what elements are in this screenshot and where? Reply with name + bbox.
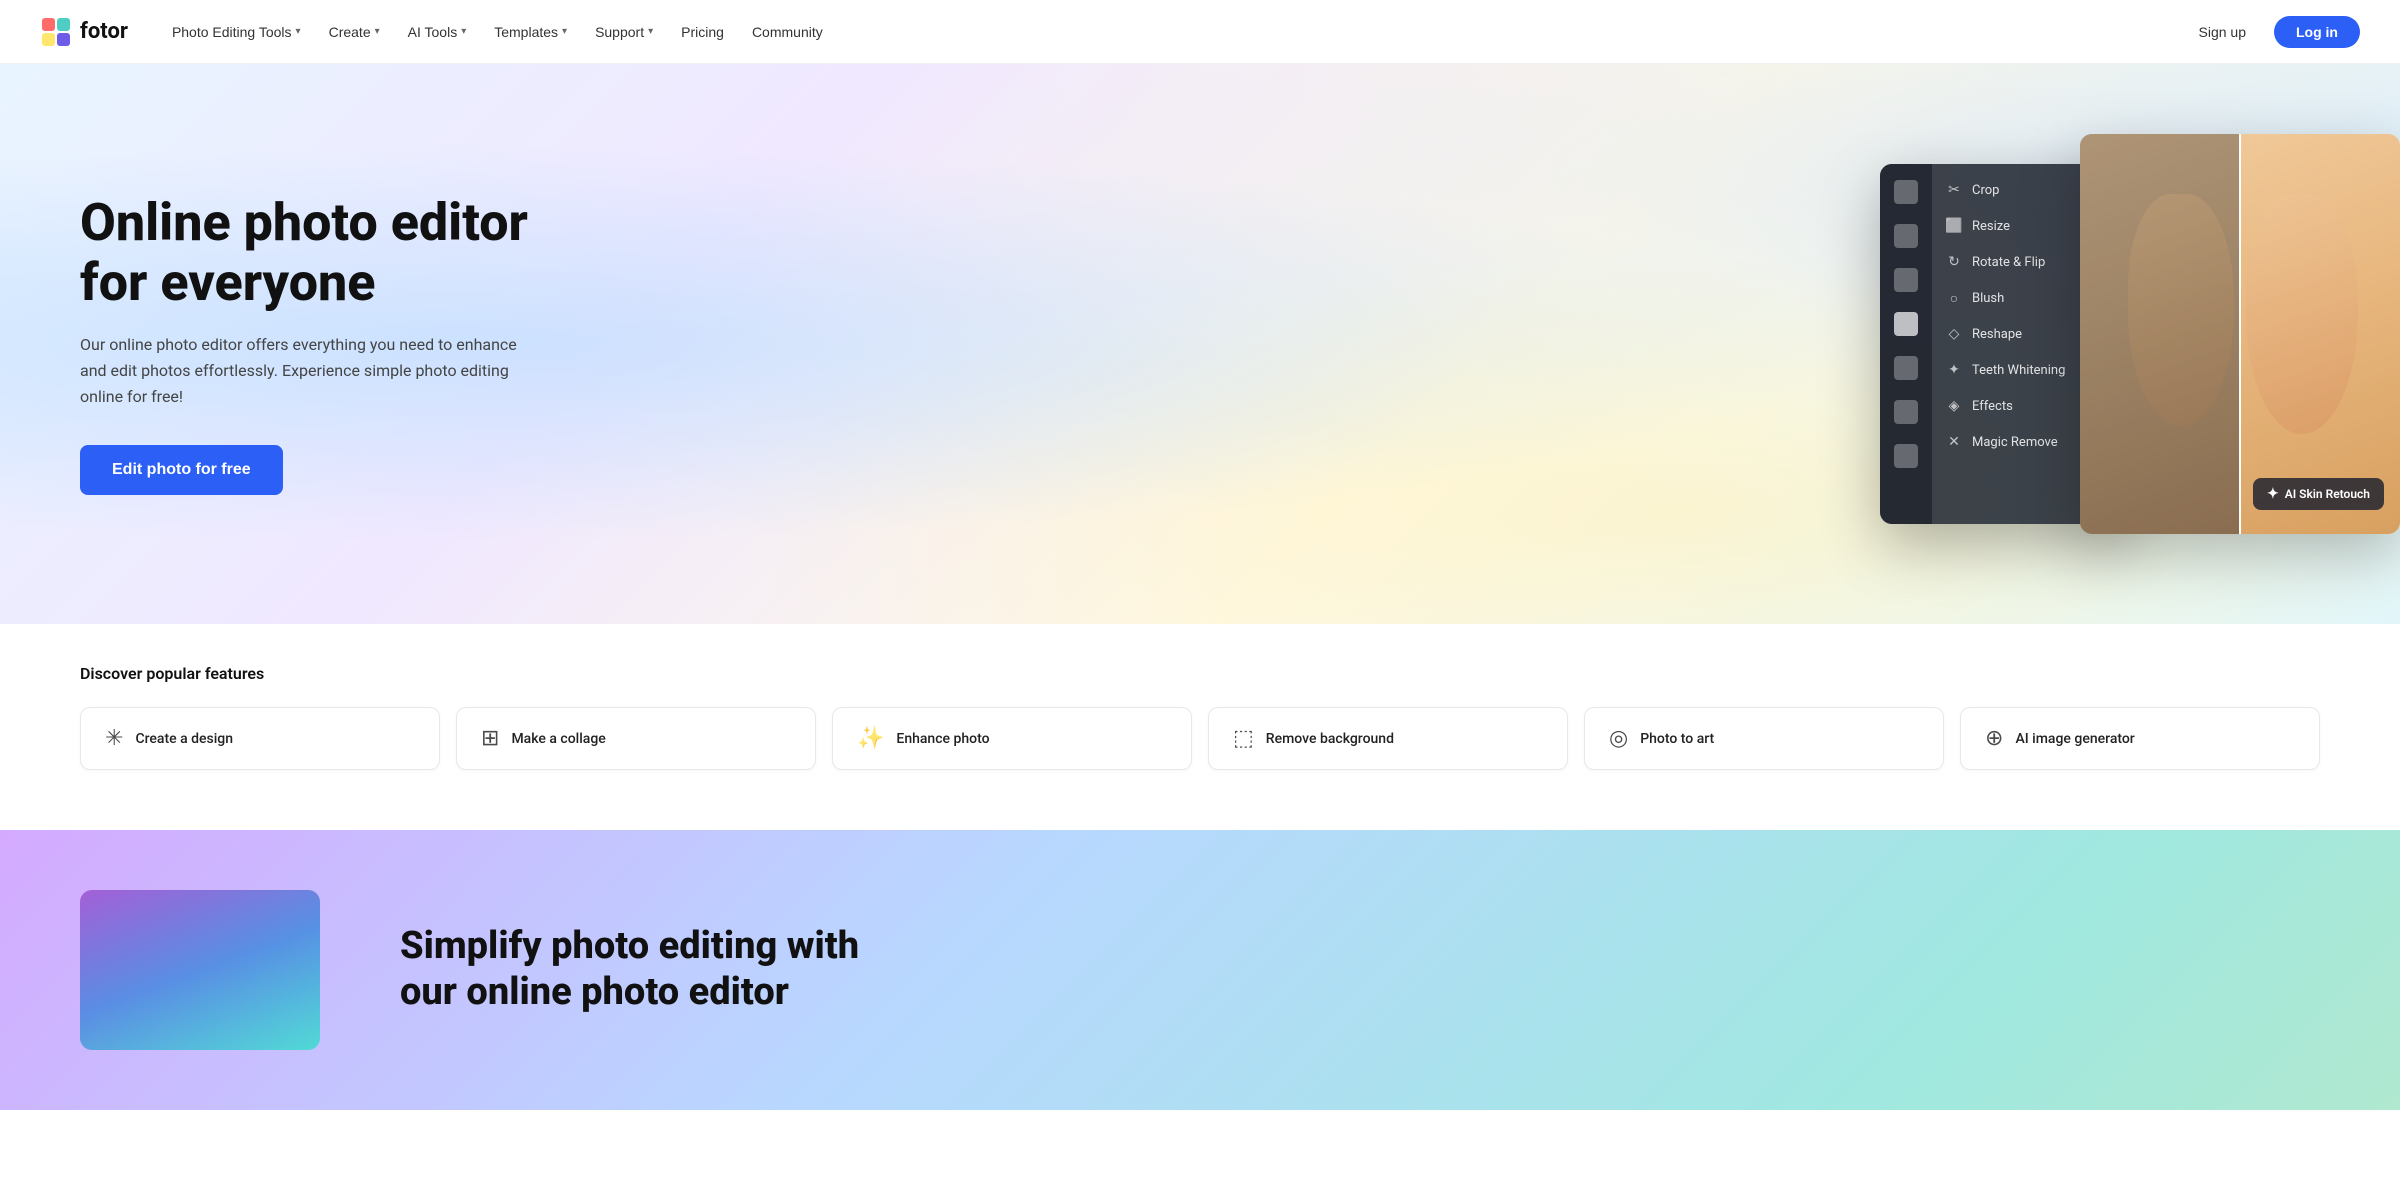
ai-image-generator-icon: ⊕ — [1985, 726, 2003, 751]
split-line — [2239, 134, 2241, 534]
chevron-down-icon: ▾ — [648, 26, 653, 37]
hero-content: Online photo editor for everyone Our onl… — [0, 133, 620, 555]
editor-mockup: ✂ Crop ⬜ Resize ↻ Rotate & Flip ○ Blush … — [1880, 134, 2400, 554]
sidebar-people-icon[interactable] — [1894, 400, 1918, 424]
magic-remove-icon: ✕ — [1946, 434, 1962, 450]
chevron-down-icon: ▾ — [296, 26, 301, 37]
resize-icon: ⬜ — [1946, 218, 1962, 234]
bottom-section: Simplify photo editing with our online p… — [0, 830, 2400, 1110]
nav-links: Photo Editing Tools ▾ Create ▾ AI Tools … — [160, 16, 2187, 48]
bottom-text: Simplify photo editing with our online p… — [400, 924, 900, 1015]
nav-support[interactable]: Support ▾ — [583, 16, 665, 48]
login-button[interactable]: Log in — [2274, 16, 2360, 48]
features-section: Discover popular features ✳ Create a des… — [0, 624, 2400, 830]
signup-button[interactable]: Sign up — [2187, 16, 2258, 48]
features-grid: ✳ Create a design ⊞ Make a collage ✨ Enh… — [80, 707, 2320, 770]
remove-background-icon: ⬚ — [1233, 726, 1254, 751]
rotate-icon: ↻ — [1946, 254, 1962, 270]
make-collage-icon: ⊞ — [481, 726, 499, 751]
crop-icon: ✂ — [1946, 182, 1962, 198]
feature-create-design[interactable]: ✳ Create a design — [80, 707, 440, 770]
ai-badge-icon: ✦ — [2267, 486, 2279, 502]
feature-photo-to-art-label: Photo to art — [1640, 731, 1714, 747]
teeth-icon: ✦ — [1946, 362, 1962, 378]
photo-to-art-icon: ◎ — [1609, 726, 1628, 751]
feature-ai-image-generator-label: AI image generator — [2015, 731, 2134, 747]
sidebar-grid-icon[interactable] — [1894, 180, 1918, 204]
sidebar-adjust-icon[interactable] — [1894, 224, 1918, 248]
features-title: Discover popular features — [80, 664, 2320, 683]
photo-split-view — [2080, 134, 2400, 534]
feature-remove-background[interactable]: ⬚ Remove background — [1208, 707, 1568, 770]
nav-pricing[interactable]: Pricing — [669, 16, 736, 48]
sidebar-eye-icon[interactable] — [1894, 312, 1918, 336]
nav-community[interactable]: Community — [740, 16, 835, 48]
sidebar-crop-icon[interactable] — [1894, 356, 1918, 380]
chevron-down-icon: ▾ — [461, 26, 466, 37]
sidebar-beauty-icon[interactable] — [1894, 268, 1918, 292]
chevron-down-icon: ▾ — [562, 26, 567, 37]
feature-create-design-label: Create a design — [135, 731, 233, 747]
enhance-photo-icon: ✨ — [857, 726, 884, 751]
editor-sidebar — [1880, 164, 1932, 524]
cta-button[interactable]: Edit photo for free — [80, 445, 283, 495]
hero-description: Our online photo editor offers everythin… — [80, 332, 540, 409]
navbar: fotor Photo Editing Tools ▾ Create ▾ AI … — [0, 0, 2400, 64]
bottom-preview-gradient — [80, 890, 320, 1050]
fotor-logo-icon — [40, 16, 72, 48]
nav-photo-editing-tools[interactable]: Photo Editing Tools ▾ — [160, 16, 313, 48]
feature-photo-to-art[interactable]: ◎ Photo to art — [1584, 707, 1944, 770]
sidebar-text-icon[interactable] — [1894, 444, 1918, 468]
blush-icon: ○ — [1946, 290, 1962, 306]
feature-remove-background-label: Remove background — [1266, 731, 1394, 747]
bottom-title: Simplify photo editing with our online p… — [400, 924, 900, 1015]
face-shape-left — [2128, 194, 2234, 426]
nav-ai-tools[interactable]: AI Tools ▾ — [396, 16, 479, 48]
hero-section: Online photo editor for everyone Our onl… — [0, 64, 2400, 624]
logo-text: fotor — [80, 19, 128, 44]
nav-right: Sign up Log in — [2187, 16, 2360, 48]
editor-photo: ✦ AI Skin Retouch — [2080, 134, 2400, 534]
ai-skin-retouch-badge: ✦ AI Skin Retouch — [2253, 478, 2384, 510]
create-design-icon: ✳ — [105, 726, 123, 751]
feature-make-collage[interactable]: ⊞ Make a collage — [456, 707, 816, 770]
chevron-down-icon: ▾ — [375, 26, 380, 37]
feature-enhance-photo-label: Enhance photo — [896, 731, 989, 747]
feature-make-collage-label: Make a collage — [511, 731, 605, 747]
reshape-icon: ◇ — [1946, 326, 1962, 342]
logo[interactable]: fotor — [40, 16, 128, 48]
hero-title: Online photo editor for everyone — [80, 193, 540, 313]
feature-enhance-photo[interactable]: ✨ Enhance photo — [832, 707, 1192, 770]
bottom-preview-image — [80, 890, 320, 1050]
nav-create[interactable]: Create ▾ — [317, 16, 392, 48]
nav-templates[interactable]: Templates ▾ — [482, 16, 579, 48]
feature-ai-image-generator[interactable]: ⊕ AI image generator — [1960, 707, 2320, 770]
effects-icon: ◈ — [1946, 398, 1962, 414]
face-shape — [2246, 194, 2358, 434]
